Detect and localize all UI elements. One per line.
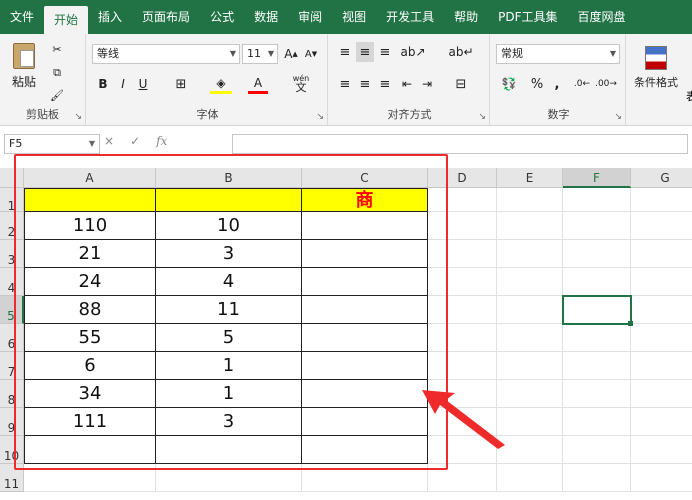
chevron-down-icon: ▼: [267, 49, 274, 58]
wrap-text-icon[interactable]: ab↵: [448, 42, 473, 62]
number-format-value: 常规: [501, 47, 523, 60]
align-center-icon[interactable]: ≡: [356, 74, 374, 94]
tab-data[interactable]: 数据: [244, 0, 288, 34]
clipboard-group: 粘贴 ✂ ⧉ 🖌 剪贴板 ↘: [0, 34, 86, 126]
chevron-down-icon: ▼: [88, 139, 95, 148]
merge-center-icon[interactable]: ⊟: [450, 74, 472, 94]
chevron-down-icon: ▼: [609, 49, 616, 58]
align-right-icon[interactable]: ≡: [376, 74, 394, 94]
number-group-label: 数字: [547, 108, 570, 121]
orientation-icon[interactable]: ab↗: [400, 42, 426, 62]
styles-group: 条件格式 表: [628, 34, 692, 126]
font-color-icon[interactable]: A: [248, 74, 268, 94]
tab-file[interactable]: 文件: [0, 0, 44, 34]
tab-developer[interactable]: 开发工具: [376, 0, 444, 34]
copy-icon[interactable]: ⧉: [48, 64, 66, 82]
italic-button[interactable]: I: [114, 74, 132, 94]
align-middle-icon[interactable]: ≡: [356, 42, 374, 62]
underline-button[interactable]: U: [134, 74, 152, 94]
increase-decimal-icon[interactable]: .0←: [572, 74, 592, 94]
phonetic-guide-icon[interactable]: wén 文: [286, 72, 316, 94]
font-size-value: 11: [247, 47, 261, 60]
chevron-down-icon: ▼: [229, 49, 236, 58]
align-top-icon[interactable]: ≡: [336, 42, 354, 62]
alignment-launcher-icon[interactable]: ↘: [478, 112, 486, 122]
name-box-value: F5: [9, 137, 23, 150]
font-group-label: 字体: [196, 108, 219, 121]
tab-help[interactable]: 帮助: [444, 0, 488, 34]
cut-icon[interactable]: ✂: [48, 40, 66, 58]
styles-partial-label: 表: [686, 90, 692, 103]
tab-page-layout[interactable]: 页面布局: [132, 0, 200, 34]
font-name-value: 等线: [97, 47, 119, 60]
shrink-font-icon[interactable]: A ▼: [302, 44, 320, 64]
tab-formulas[interactable]: 公式: [200, 0, 244, 34]
tab-pdf-tools[interactable]: PDF工具集: [488, 0, 567, 34]
clipboard-launcher-icon[interactable]: ↘: [74, 112, 82, 122]
spreadsheet-grid: A B C D E F G 1 商 2 110 10 3 21 3 4 24 4 5 88 11 6 55 5 7 6 1 8 34 1 9…: [0, 154, 692, 499]
formula-input[interactable]: [232, 134, 688, 154]
font-group: 等线 ▼ 11 ▼ A ▲ A ▼ B I U ⊞ ◈ A wén 文 字体 ↘: [88, 34, 328, 126]
cancel-icon[interactable]: ×: [104, 134, 114, 148]
format-painter-icon[interactable]: 🖌: [48, 86, 66, 104]
number-group: 常规 ▼ 💱 % , .0← .00→ 数字 ↘: [492, 34, 626, 126]
paste-label: 粘贴: [11, 74, 36, 89]
borders-icon[interactable]: ⊞: [170, 74, 192, 94]
tab-home[interactable]: 开始: [44, 6, 89, 34]
align-left-icon[interactable]: ≡: [336, 74, 354, 94]
ribbon-tabbar: 文件 开始 插入 页面布局 公式 数据 审阅 视图 开发工具 帮助 PDF工具集…: [0, 0, 692, 34]
enter-icon[interactable]: ✓: [130, 134, 140, 148]
ribbon-body: 粘贴 ✂ ⧉ 🖌 剪贴板 ↘ 等线 ▼ 11 ▼ A ▲ A ▼ B I U ⊞ ◈…: [0, 34, 692, 126]
percent-button[interactable]: %: [528, 74, 546, 94]
conditional-format-icon: [645, 46, 667, 70]
decrease-indent-icon[interactable]: ⇤: [398, 74, 416, 94]
alignment-group: ≡ ≡ ≡ ab↗ ab↵ ≡ ≡ ≡ ⇤ ⇥ ⊟ 对齐方式 ↘: [330, 34, 490, 126]
accounting-format-icon[interactable]: 💱: [498, 74, 520, 94]
tab-view[interactable]: 视图: [332, 0, 376, 34]
font-launcher-icon[interactable]: ↘: [316, 112, 324, 122]
formula-controls: × ✓ fx: [104, 134, 167, 148]
font-name-combo[interactable]: 等线 ▼: [92, 44, 240, 64]
decrease-decimal-icon[interactable]: .00→: [595, 74, 617, 94]
tab-baidu-netdisk[interactable]: 百度网盘: [568, 0, 636, 34]
annotation-arrow-icon: [422, 390, 505, 449]
conditional-format-label: 条件格式: [634, 76, 678, 89]
name-box[interactable]: F5 ▼: [4, 134, 100, 154]
fill-color-icon[interactable]: ◈: [210, 74, 232, 94]
conditional-format-button[interactable]: 条件格式: [630, 38, 682, 98]
tab-insert[interactable]: 插入: [88, 0, 132, 34]
insert-function-icon[interactable]: fx: [156, 134, 167, 148]
comma-button[interactable]: ,: [550, 74, 564, 94]
align-bottom-icon[interactable]: ≡: [376, 42, 394, 62]
number-format-combo[interactable]: 常规 ▼: [496, 44, 620, 64]
paste-icon: [13, 42, 35, 69]
number-launcher-icon[interactable]: ↘: [614, 112, 622, 122]
paste-button[interactable]: 粘贴: [6, 38, 42, 94]
grow-font-icon[interactable]: A ▲: [282, 44, 300, 64]
increase-indent-icon[interactable]: ⇥: [418, 74, 436, 94]
font-size-combo[interactable]: 11 ▼: [242, 44, 278, 64]
tab-review[interactable]: 审阅: [288, 0, 332, 34]
clipboard-group-label: 剪贴板: [26, 108, 59, 121]
alignment-group-label: 对齐方式: [387, 108, 432, 121]
bold-button[interactable]: B: [94, 74, 112, 94]
